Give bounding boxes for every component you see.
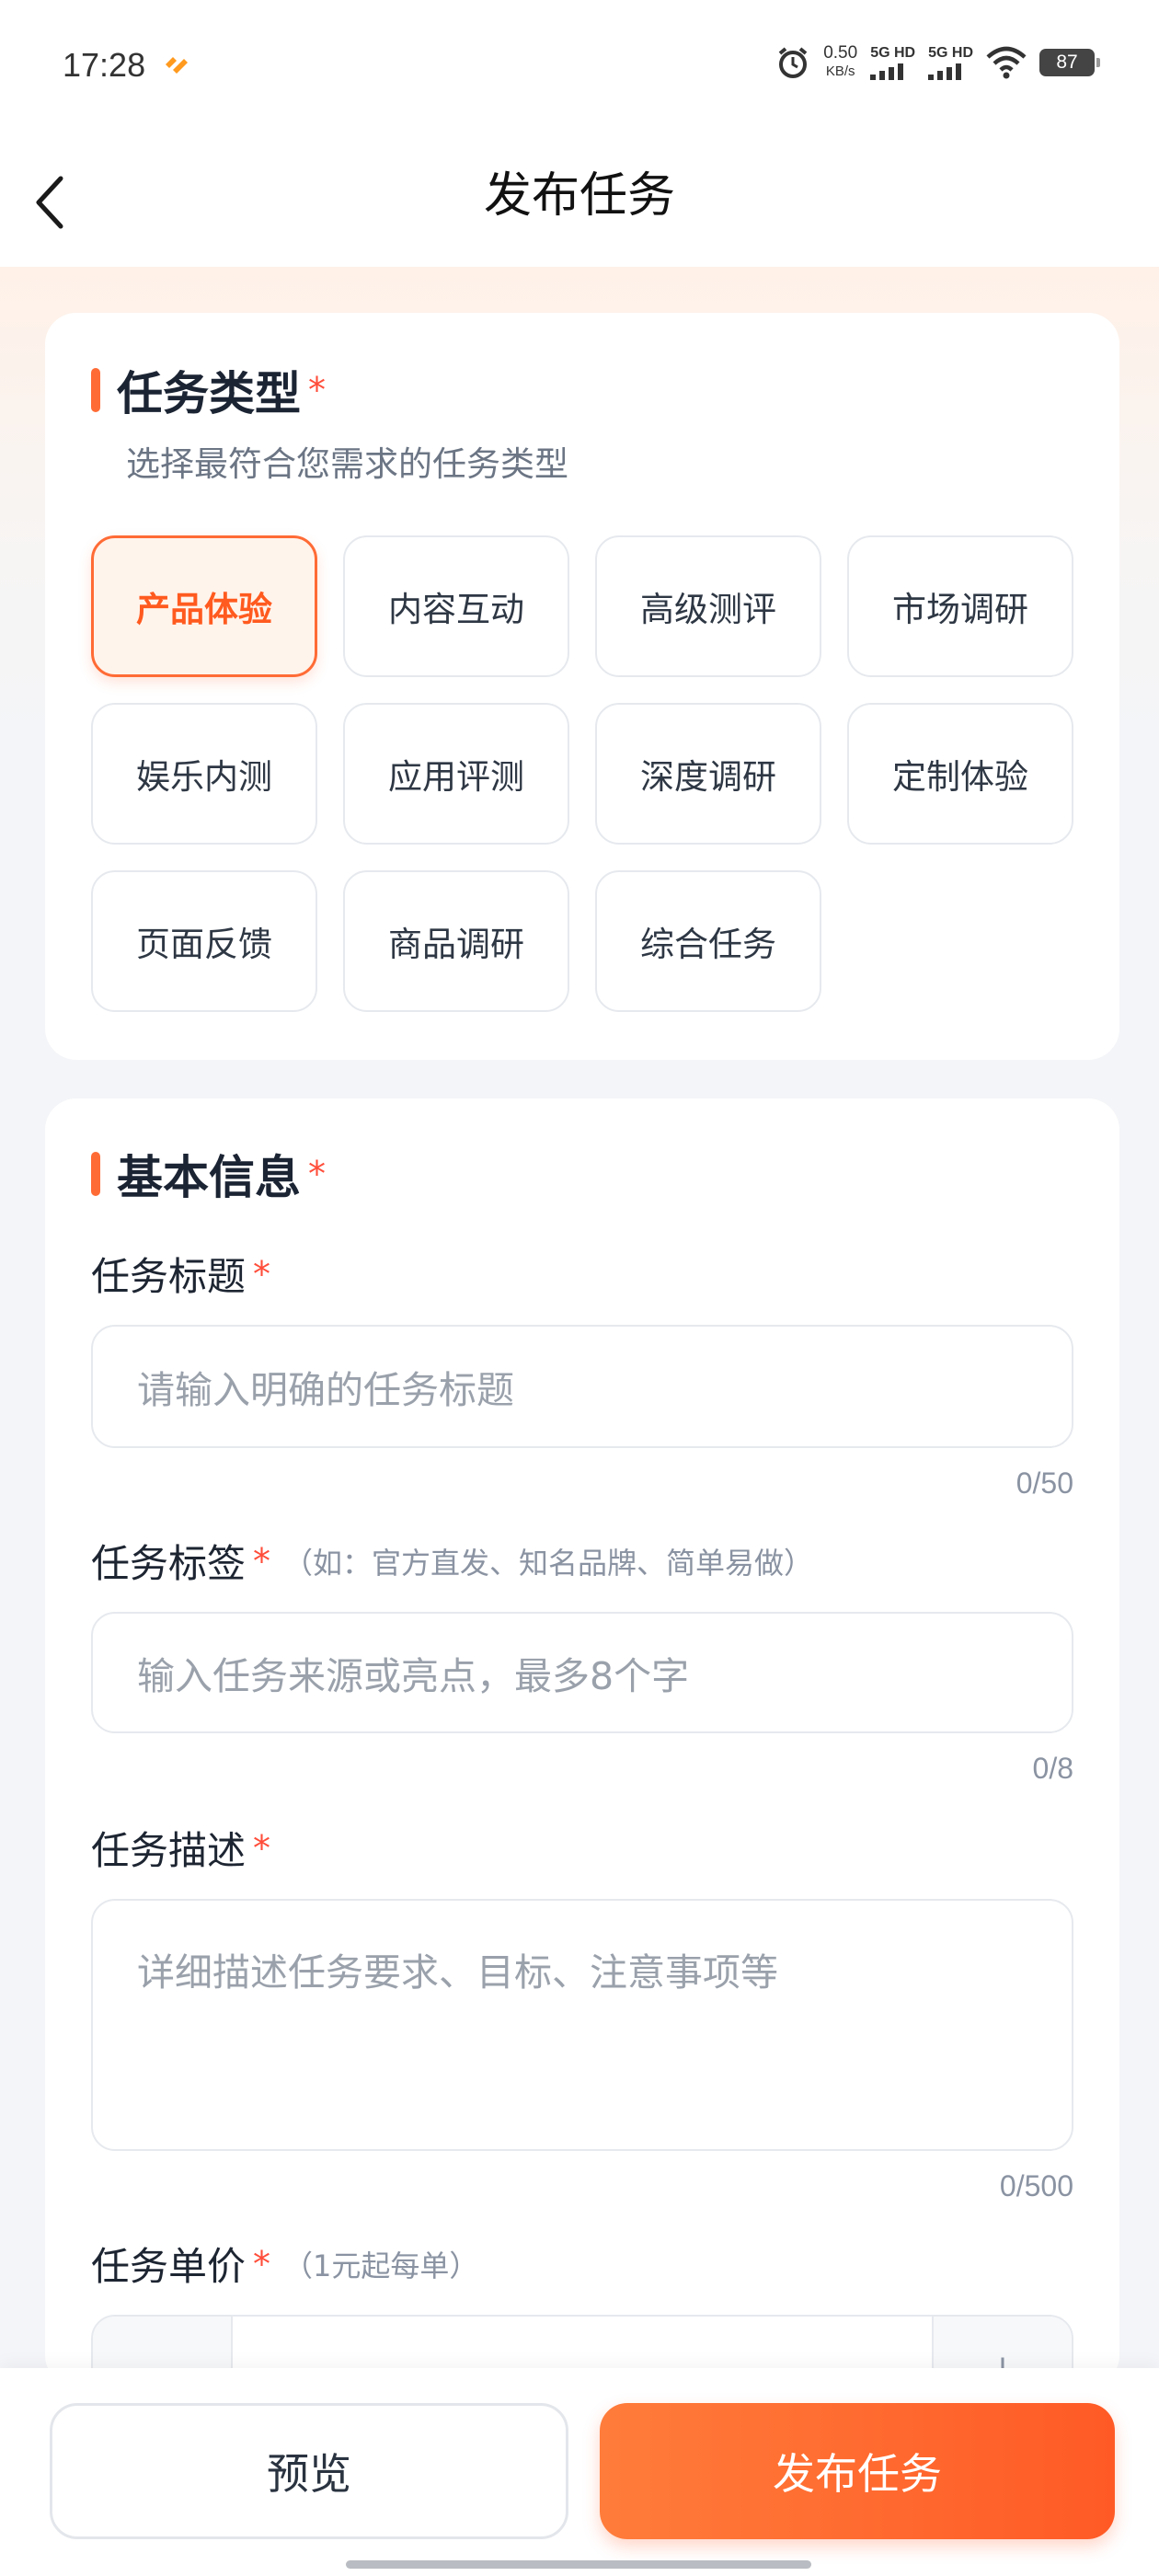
sim1-label: 5G HD (870, 45, 916, 61)
status-time: 17:28 (63, 46, 146, 84)
home-indicator[interactable] (346, 2560, 811, 2569)
required-mark: * (253, 1253, 271, 1294)
status-bar: 17:28 0.50 KB/s 5G HD 5G HD 87 (0, 0, 1159, 138)
required-mark: * (253, 2243, 271, 2284)
net-speed: 0.50 KB/s (823, 44, 857, 81)
type-option-content-interaction[interactable]: 内容互动 (343, 535, 569, 677)
task-desc-label-row: 任务描述 * (91, 1820, 270, 1876)
task-type-header: 任务类型 * (91, 357, 326, 423)
task-type-grid: 产品体验 内容互动 高级测评 市场调研 娱乐内测 应用评测 深度调研 定制体验 … (91, 535, 1073, 1012)
task-title-counter: 0/50 (1016, 1466, 1073, 1500)
task-type-title: 任务类型 (117, 367, 301, 420)
task-tag-input[interactable]: 输入任务来源或亮点，最多8个字 (91, 1612, 1073, 1733)
type-option-entertainment-beta[interactable]: 娱乐内测 (91, 703, 317, 845)
type-option-deep-research[interactable]: 深度调研 (595, 703, 821, 845)
task-desc-counter: 0/500 (999, 2169, 1073, 2202)
type-option-product-research[interactable]: 商品调研 (343, 870, 569, 1012)
page-title: 发布任务 (483, 168, 675, 224)
required-mark: * (308, 370, 326, 410)
bottom-action-bar: 预览 发布任务 (0, 2368, 1159, 2576)
required-mark: * (253, 1827, 271, 1869)
task-desc-label: 任务描述 (91, 1828, 247, 1873)
nav-bar: 发布任务 (0, 138, 1159, 267)
net-speed-unit: KB/s (825, 63, 855, 79)
type-option-product-experience[interactable]: 产品体验 (91, 535, 317, 677)
sim2-label: 5G HD (928, 45, 973, 61)
section-accent-bar (91, 368, 100, 412)
task-title-input[interactable]: 请输入明确的任务标题 (91, 1325, 1073, 1448)
task-tag-label-row: 任务标签 * （如：官方直发、知名品牌、简单易做） (91, 1533, 813, 1589)
battery-level: 87 (1056, 52, 1078, 73)
task-tag-label: 任务标签 (91, 1541, 247, 1586)
status-indicators: 0.50 KB/s 5G HD 5G HD 87 (775, 44, 1100, 81)
section-accent-bar (91, 1152, 100, 1196)
type-option-advanced-review[interactable]: 高级测评 (595, 535, 821, 677)
battery-icon: 87 (1039, 49, 1100, 76)
type-option-custom-experience[interactable]: 定制体验 (847, 703, 1073, 845)
net-speed-value: 0.50 (823, 43, 858, 63)
type-option-comprehensive[interactable]: 综合任务 (595, 870, 821, 1012)
task-desc-textarea[interactable]: 详细描述任务要求、目标、注意事项等 (91, 1899, 1073, 2151)
type-option-app-review[interactable]: 应用评测 (343, 703, 569, 845)
wifi-icon (986, 46, 1027, 79)
basic-info-title: 基本信息 (117, 1151, 301, 1204)
alarm-icon (778, 47, 808, 78)
task-title-label: 任务标题 (91, 1254, 247, 1299)
task-tag-hint: （如：官方直发、知名品牌、简单易做） (283, 1545, 814, 1581)
type-option-market-research[interactable]: 市场调研 (847, 535, 1073, 677)
task-price-label-row: 任务单价 * （1元起每单） (91, 2236, 478, 2292)
signal-icon: 5G HD (870, 45, 915, 80)
task-tag-counter: 0/8 (1032, 1752, 1073, 1785)
task-price-label: 任务单价 (91, 2244, 247, 2289)
basic-info-header: 基本信息 * (91, 1141, 326, 1207)
task-type-card: 任务类型 * 选择最符合您需求的任务类型 产品体验 内容互动 高级测评 市场调研… (45, 313, 1119, 1060)
type-option-page-feedback[interactable]: 页面反馈 (91, 870, 317, 1012)
basic-info-card: 基本信息 * 任务标题 * 请输入明确的任务标题 0/50 任务标签 * （如：… (45, 1098, 1119, 2425)
publish-button[interactable]: 发布任务 (600, 2403, 1115, 2539)
preview-button[interactable]: 预览 (50, 2403, 568, 2539)
task-type-subtitle: 选择最符合您需求的任务类型 (126, 444, 568, 484)
required-mark: * (253, 1540, 271, 1581)
task-price-hint: （1元起每单） (283, 2248, 479, 2283)
task-title-label-row: 任务标题 * (91, 1246, 270, 1302)
brand-icon (166, 57, 188, 74)
signal-icon-2: 5G HD (928, 45, 973, 80)
required-mark: * (308, 1154, 326, 1194)
